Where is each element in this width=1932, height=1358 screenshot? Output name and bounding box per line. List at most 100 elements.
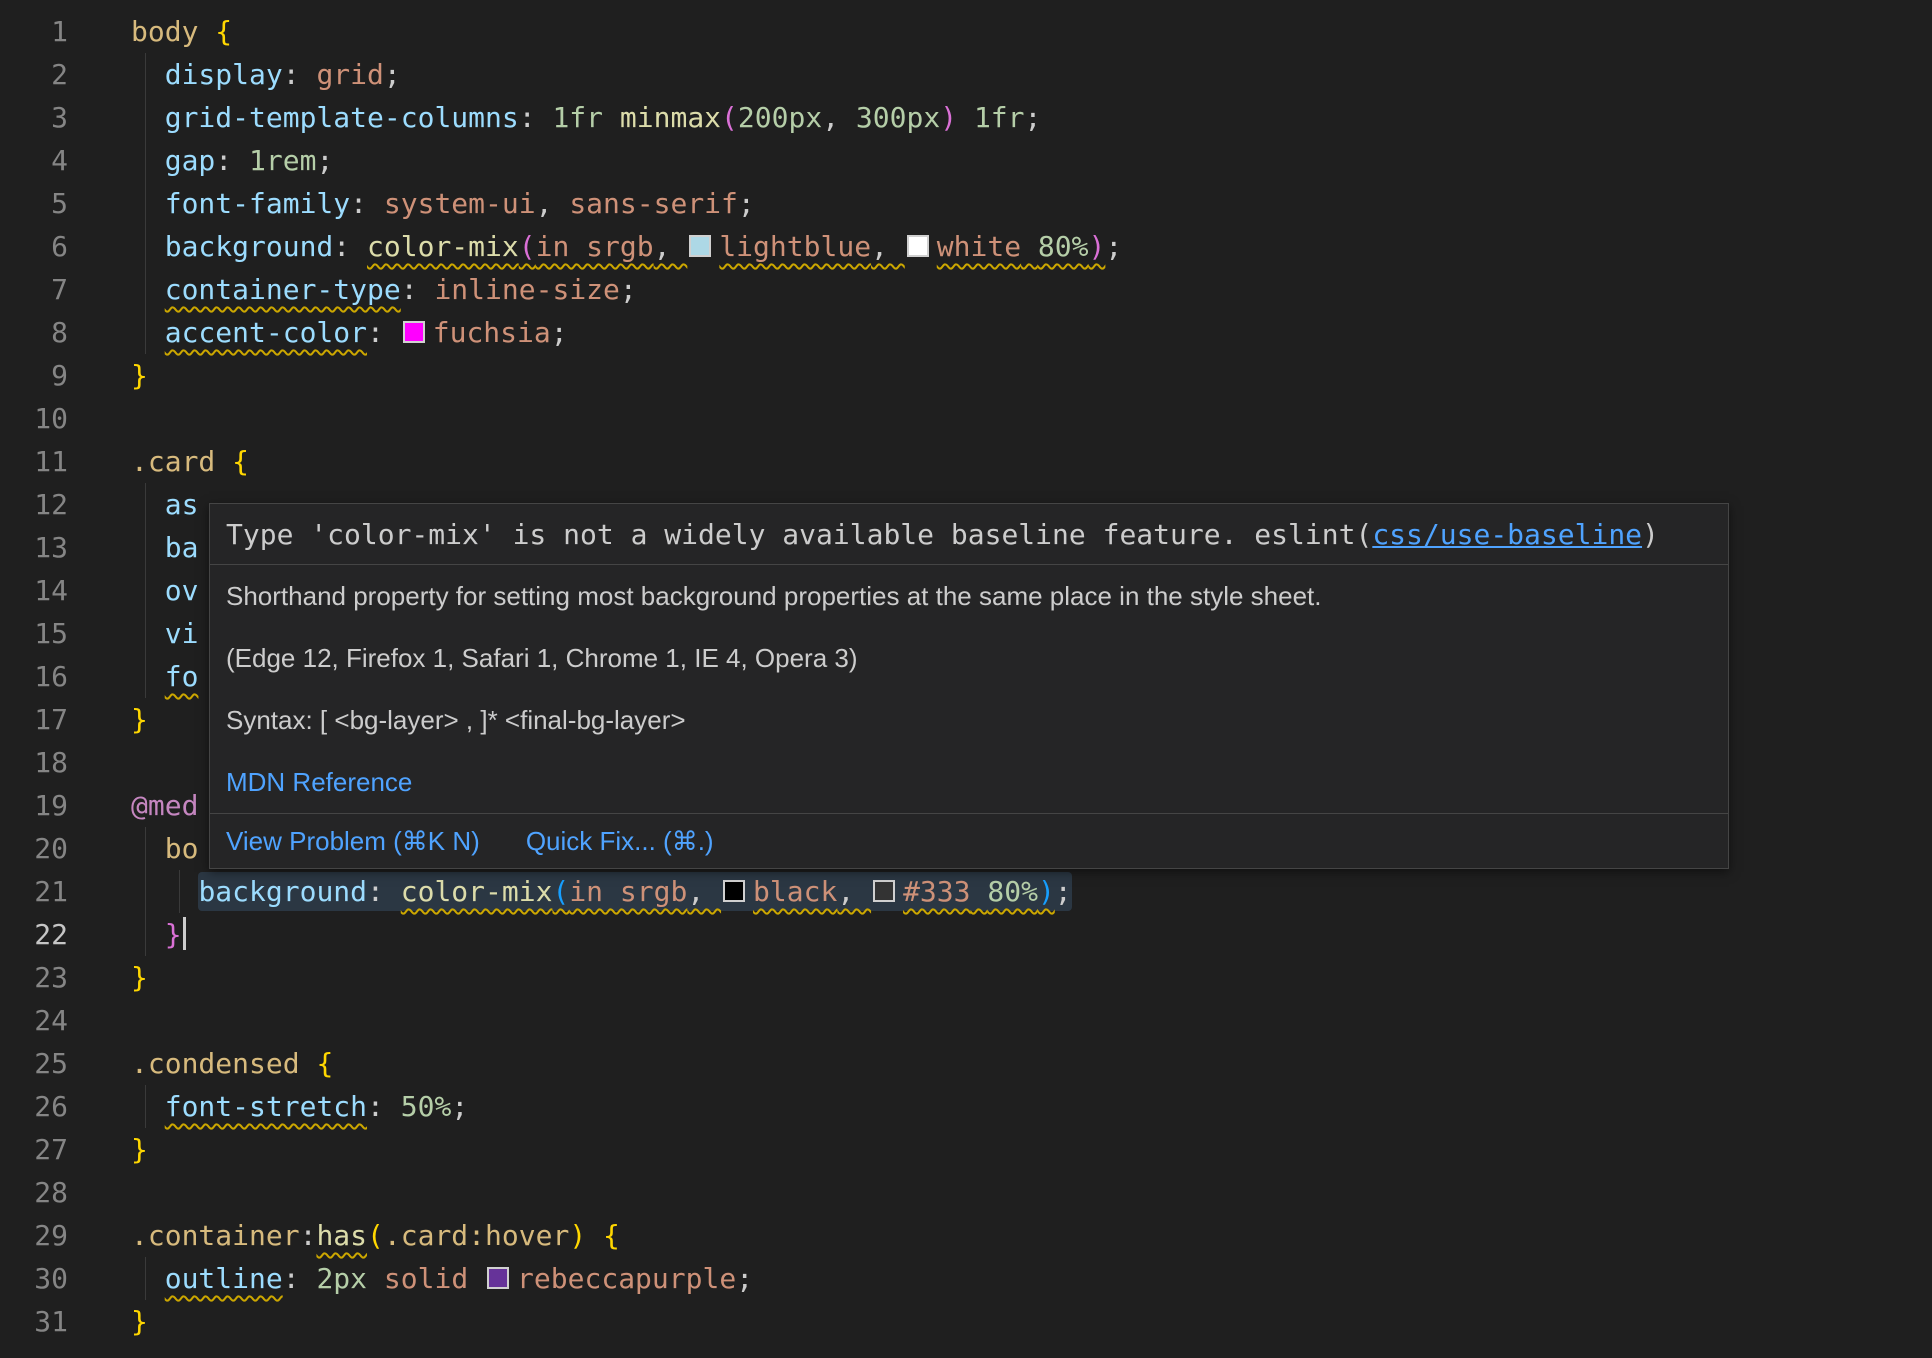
line-number[interactable]: 16 <box>0 655 68 698</box>
line-number[interactable]: 22 <box>0 913 68 956</box>
code-line-content[interactable]: container-type: inline-size; <box>68 268 1932 311</box>
code-line-content[interactable]: .container:has(.card:hover) { <box>68 1214 1932 1257</box>
code-line-content[interactable]: } <box>68 1300 1932 1343</box>
code-token <box>131 273 165 306</box>
code-line-content[interactable] <box>68 397 1932 440</box>
line-number[interactable]: 21 <box>0 870 68 913</box>
code-token: : <box>300 1219 317 1252</box>
code-line[interactable]: 9} <box>0 354 1932 397</box>
line-number[interactable]: 15 <box>0 612 68 655</box>
code-line-content[interactable]: outline: 2px solid rebeccapurple; <box>68 1257 1932 1300</box>
line-number[interactable]: 23 <box>0 956 68 999</box>
code-line-content[interactable] <box>68 1171 1932 1214</box>
line-number[interactable]: 24 <box>0 999 68 1042</box>
code-line-content[interactable]: font-stretch: 50%; <box>68 1085 1932 1128</box>
code-line[interactable]: 23} <box>0 956 1932 999</box>
code-line[interactable]: 3 grid-template-columns: 1fr minmax(200p… <box>0 96 1932 139</box>
code-line-content[interactable]: background: color-mix(in srgb, black, #3… <box>68 870 1932 913</box>
code-line-content[interactable]: gap: 1rem; <box>68 139 1932 182</box>
code-line[interactable]: 22 } <box>0 913 1932 956</box>
color-swatch[interactable] <box>723 880 745 902</box>
code-line[interactable]: 6 background: color-mix(in srgb, lightbl… <box>0 225 1932 268</box>
code-line-content[interactable]: .card { <box>68 440 1932 483</box>
code-line[interactable]: 10 <box>0 397 1932 440</box>
line-number[interactable]: 2 <box>0 53 68 96</box>
hover-highlight: background: color-mix(in srgb, black, #3… <box>198 872 1071 911</box>
code-line[interactable]: 25.condensed { <box>0 1042 1932 1085</box>
color-swatch[interactable] <box>403 321 425 343</box>
code-line[interactable]: 1body { <box>0 10 1932 53</box>
code-line[interactable]: 7 container-type: inline-size; <box>0 268 1932 311</box>
code-line-content[interactable]: background: color-mix(in srgb, lightblue… <box>68 225 1932 268</box>
code-line-content[interactable] <box>68 999 1932 1042</box>
code-line[interactable]: 8 accent-color: fuchsia; <box>0 311 1932 354</box>
line-number[interactable]: 14 <box>0 569 68 612</box>
line-number[interactable]: 18 <box>0 741 68 784</box>
code-line[interactable]: 30 outline: 2px solid rebeccapurple; <box>0 1257 1932 1300</box>
line-number[interactable]: 13 <box>0 526 68 569</box>
line-number[interactable]: 10 <box>0 397 68 440</box>
code-line[interactable]: 28 <box>0 1171 1932 1214</box>
code-token: } <box>165 918 182 951</box>
code-line-content[interactable]: font-family: system-ui, sans-serif; <box>68 182 1932 225</box>
code-editor[interactable]: 1body {2 display: grid;3 grid-template-c… <box>0 0 1932 1358</box>
code-line[interactable]: 27} <box>0 1128 1932 1171</box>
color-swatch[interactable] <box>689 235 711 257</box>
code-line[interactable]: 31} <box>0 1300 1932 1343</box>
code-line-content[interactable]: body { <box>68 10 1932 53</box>
code-line[interactable]: 26 font-stretch: 50%; <box>0 1085 1932 1128</box>
code-token: ( <box>721 101 738 134</box>
line-number[interactable]: 4 <box>0 139 68 182</box>
code-line-content[interactable]: } <box>68 354 1932 397</box>
line-number[interactable]: 26 <box>0 1085 68 1128</box>
code-line-content[interactable]: .condensed { <box>68 1042 1932 1085</box>
diagnostic-rule-link[interactable]: css/use-baseline <box>1372 518 1642 551</box>
code-line[interactable]: 21 background: color-mix(in srgb, black,… <box>0 870 1932 913</box>
line-number[interactable]: 6 <box>0 225 68 268</box>
code-line-content[interactable]: } <box>68 913 1932 956</box>
code-line-content[interactable]: } <box>68 956 1932 999</box>
code-token: { <box>603 1219 620 1252</box>
line-number[interactable]: 9 <box>0 354 68 397</box>
line-number[interactable]: 30 <box>0 1257 68 1300</box>
code-line-content[interactable]: display: grid; <box>68 53 1932 96</box>
line-number[interactable]: 20 <box>0 827 68 870</box>
line-number[interactable]: 1 <box>0 10 68 53</box>
code-line[interactable]: 5 font-family: system-ui, sans-serif; <box>0 182 1932 225</box>
code-line-content[interactable]: grid-template-columns: 1fr minmax(200px,… <box>68 96 1932 139</box>
line-number[interactable]: 11 <box>0 440 68 483</box>
line-number[interactable]: 5 <box>0 182 68 225</box>
color-swatch[interactable] <box>907 235 929 257</box>
color-swatch[interactable] <box>487 1267 509 1289</box>
code-line-content[interactable]: accent-color: fuchsia; <box>68 311 1932 354</box>
line-number[interactable]: 31 <box>0 1300 68 1343</box>
code-line[interactable]: 29.container:has(.card:hover) { <box>0 1214 1932 1257</box>
line-number[interactable]: 12 <box>0 483 68 526</box>
code-line[interactable]: 4 gap: 1rem; <box>0 139 1932 182</box>
color-swatch[interactable] <box>873 880 895 902</box>
view-problem-action[interactable]: View Problem (⌘K N) <box>226 826 480 857</box>
line-number[interactable]: 29 <box>0 1214 68 1257</box>
code-line[interactable]: 11.card { <box>0 440 1932 483</box>
line-number[interactable]: 3 <box>0 96 68 139</box>
line-number[interactable]: 19 <box>0 784 68 827</box>
code-token: : <box>401 273 435 306</box>
code-token: in srgb <box>536 230 654 263</box>
code-token: grid <box>316 58 383 91</box>
line-number[interactable]: 28 <box>0 1171 68 1214</box>
code-token: ( <box>519 230 536 263</box>
line-number[interactable]: 27 <box>0 1128 68 1171</box>
code-token: as <box>165 488 199 521</box>
code-token <box>131 574 165 607</box>
code-token: 80% <box>1038 230 1089 263</box>
line-number[interactable]: 8 <box>0 311 68 354</box>
line-number[interactable]: 7 <box>0 268 68 311</box>
code-line[interactable]: 2 display: grid; <box>0 53 1932 96</box>
line-number[interactable]: 25 <box>0 1042 68 1085</box>
code-line[interactable]: 24 <box>0 999 1932 1042</box>
code-line-content[interactable]: } <box>68 1128 1932 1171</box>
mdn-reference-link[interactable]: MDN Reference <box>226 767 412 798</box>
line-number[interactable]: 17 <box>0 698 68 741</box>
quick-fix-action[interactable]: Quick Fix... (⌘.) <box>526 826 714 857</box>
code-token: ) <box>940 101 957 134</box>
